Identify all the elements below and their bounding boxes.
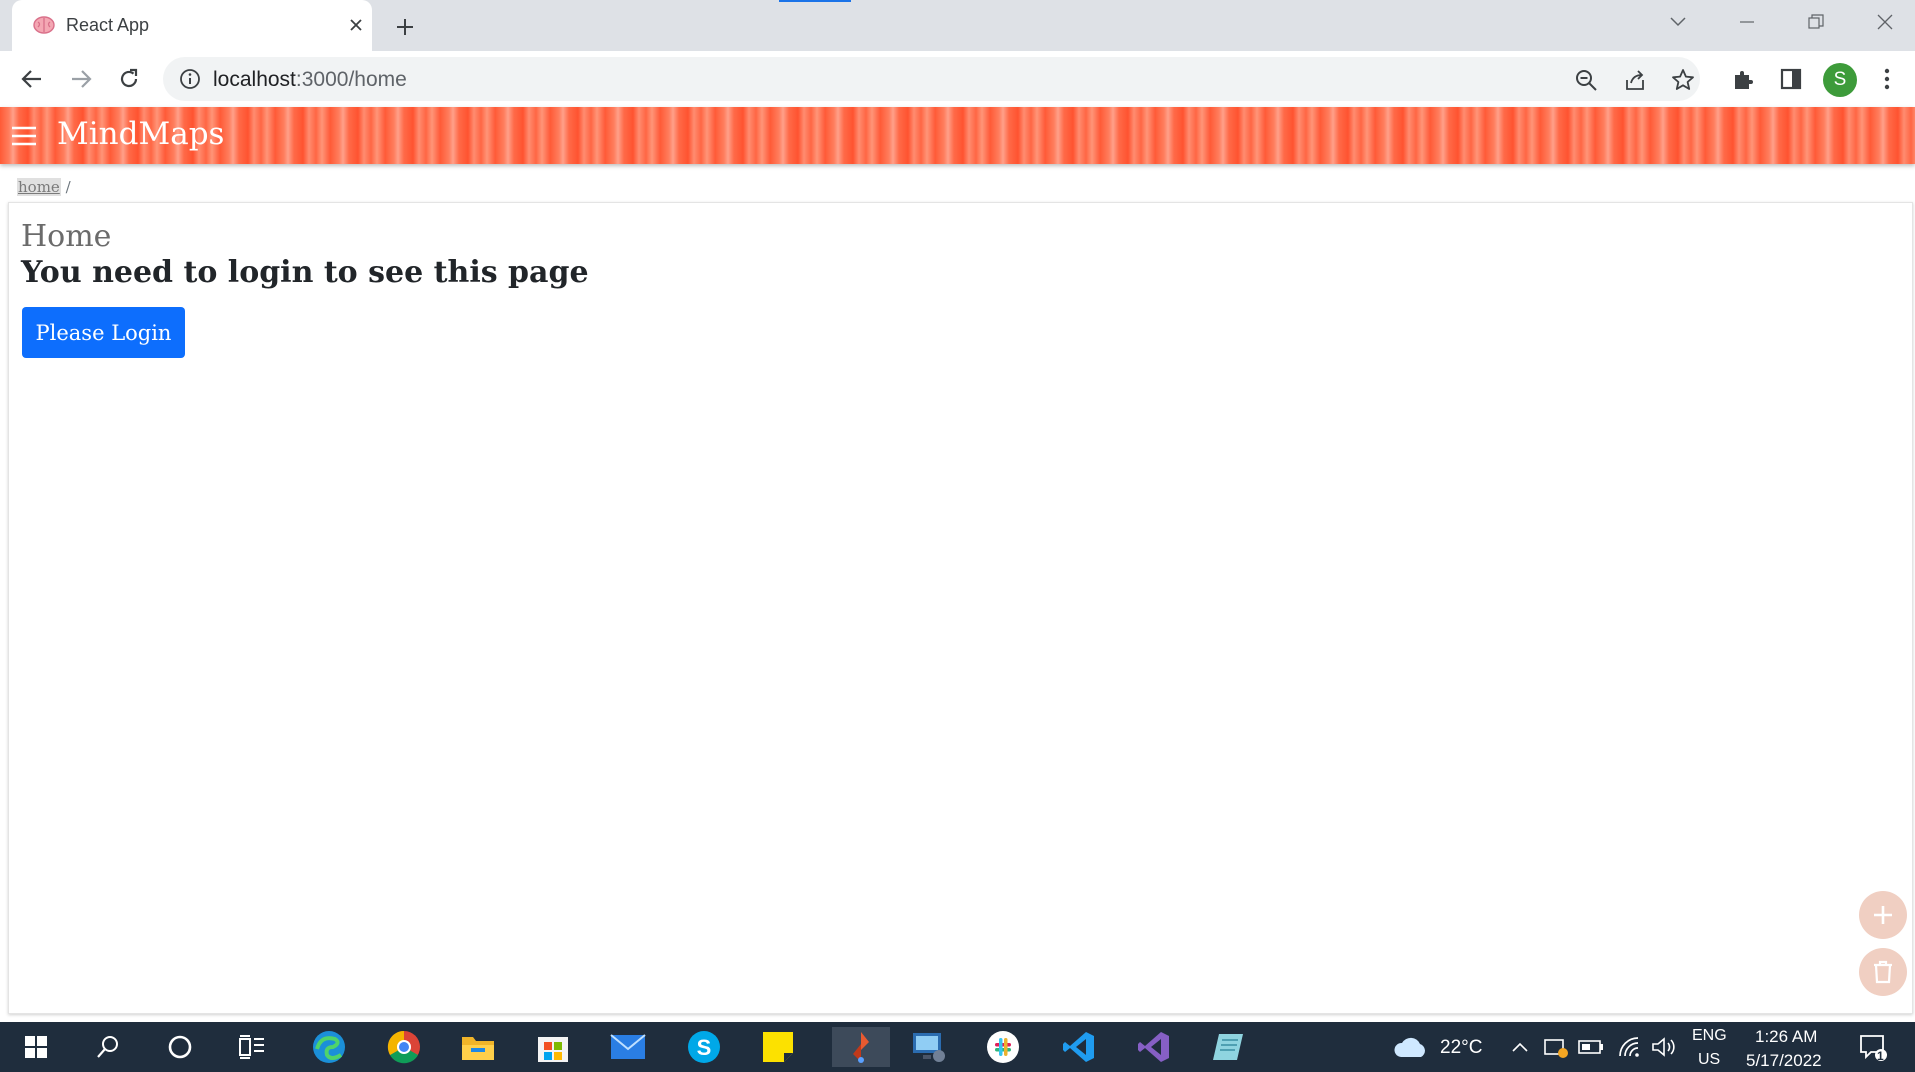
back-arrow-icon[interactable] (14, 61, 50, 97)
bookmark-star-icon[interactable] (1670, 67, 1696, 93)
brain-icon (33, 16, 55, 34)
page-title: Home (21, 219, 112, 254)
reload-icon[interactable] (111, 61, 147, 97)
zoom-out-icon[interactable] (1573, 67, 1599, 93)
weather-temperature[interactable]: 22°C (1440, 1037, 1482, 1059)
region-indicator[interactable]: US (1698, 1051, 1720, 1069)
tab-title: React App (66, 15, 150, 35)
search-icon[interactable] (86, 1027, 130, 1067)
windows-start-icon[interactable] (14, 1027, 58, 1067)
slack-icon[interactable] (981, 1027, 1025, 1067)
store-icon[interactable] (531, 1027, 575, 1067)
share-icon[interactable] (1622, 67, 1648, 93)
loading-indicator (779, 0, 851, 2)
trash-icon (1874, 960, 1892, 984)
extensions-puzzle-icon[interactable] (1728, 64, 1758, 94)
forward-arrow-icon[interactable] (63, 61, 99, 97)
browser-tab-active[interactable]: React App (12, 0, 372, 51)
sticky-notes-icon[interactable] (756, 1027, 800, 1067)
side-panel-icon[interactable] (1776, 64, 1806, 94)
file-explorer-icon[interactable] (456, 1027, 500, 1067)
notes-app-icon[interactable] (1206, 1027, 1250, 1067)
breadcrumb-separator: / (65, 178, 71, 196)
minimize-icon[interactable] (1712, 0, 1782, 44)
url-text[interactable]: localhost:3000/home (213, 68, 407, 92)
active-app-icon[interactable] (832, 1027, 890, 1067)
breadcrumb-home-link[interactable]: home (17, 178, 61, 196)
address-bar[interactable]: localhost:3000/home (163, 57, 1700, 101)
browser-toolbar: localhost:3000/home S (0, 51, 1915, 107)
remote-desktop-icon[interactable] (907, 1027, 951, 1067)
delete-fab-button[interactable] (1859, 948, 1907, 996)
clock-date[interactable]: 5/17/2022 (1746, 1051, 1822, 1071)
task-view-icon[interactable] (230, 1027, 274, 1067)
tab-close-icon[interactable] (342, 11, 370, 39)
svg-text:S: S (697, 1035, 712, 1060)
please-login-button[interactable]: Please Login (22, 307, 185, 358)
app-brand[interactable]: MindMaps (57, 116, 224, 152)
tab-search-chevron-icon[interactable] (1643, 0, 1713, 44)
add-fab-button[interactable] (1859, 891, 1907, 939)
clock-time[interactable]: 1:26 AM (1755, 1027, 1817, 1047)
browser-menu-kebab-icon[interactable] (1872, 64, 1902, 94)
visual-studio-icon[interactable] (1132, 1027, 1176, 1067)
cortana-icon[interactable] (158, 1027, 202, 1067)
close-window-icon[interactable] (1850, 0, 1915, 44)
edge-icon[interactable] (307, 1027, 351, 1067)
windows-taskbar: S 22°C ENG US 1:26 AM 5/17/2022 1 (0, 1022, 1915, 1072)
vscode-icon[interactable] (1057, 1027, 1101, 1067)
skype-icon[interactable]: S (682, 1027, 726, 1067)
browser-tabstrip: React App (0, 0, 1915, 51)
restore-window-icon[interactable] (1781, 0, 1851, 44)
url-path: :3000/home (295, 68, 407, 91)
main-content-card: Home You need to login to see this page … (8, 202, 1913, 1014)
new-tab-plus-icon[interactable] (389, 11, 421, 43)
notification-count-badge: 1 (1877, 1049, 1884, 1063)
action-center-icon[interactable]: 1 (1850, 1027, 1896, 1067)
mail-icon[interactable] (606, 1027, 650, 1067)
site-info-icon[interactable] (179, 68, 201, 90)
hamburger-menu-icon[interactable] (10, 122, 38, 150)
profile-avatar[interactable]: S (1823, 63, 1857, 97)
login-required-message: You need to login to see this page (21, 255, 589, 290)
language-indicator[interactable]: ENG (1692, 1027, 1727, 1045)
breadcrumb: home / (17, 178, 71, 196)
chrome-icon[interactable] (382, 1027, 426, 1067)
url-host: localhost (213, 68, 296, 91)
weather-cloud-icon[interactable] (1389, 1027, 1433, 1067)
volume-icon[interactable] (1642, 1027, 1688, 1067)
app-header: MindMaps (0, 107, 1915, 164)
plus-icon (1874, 906, 1892, 924)
